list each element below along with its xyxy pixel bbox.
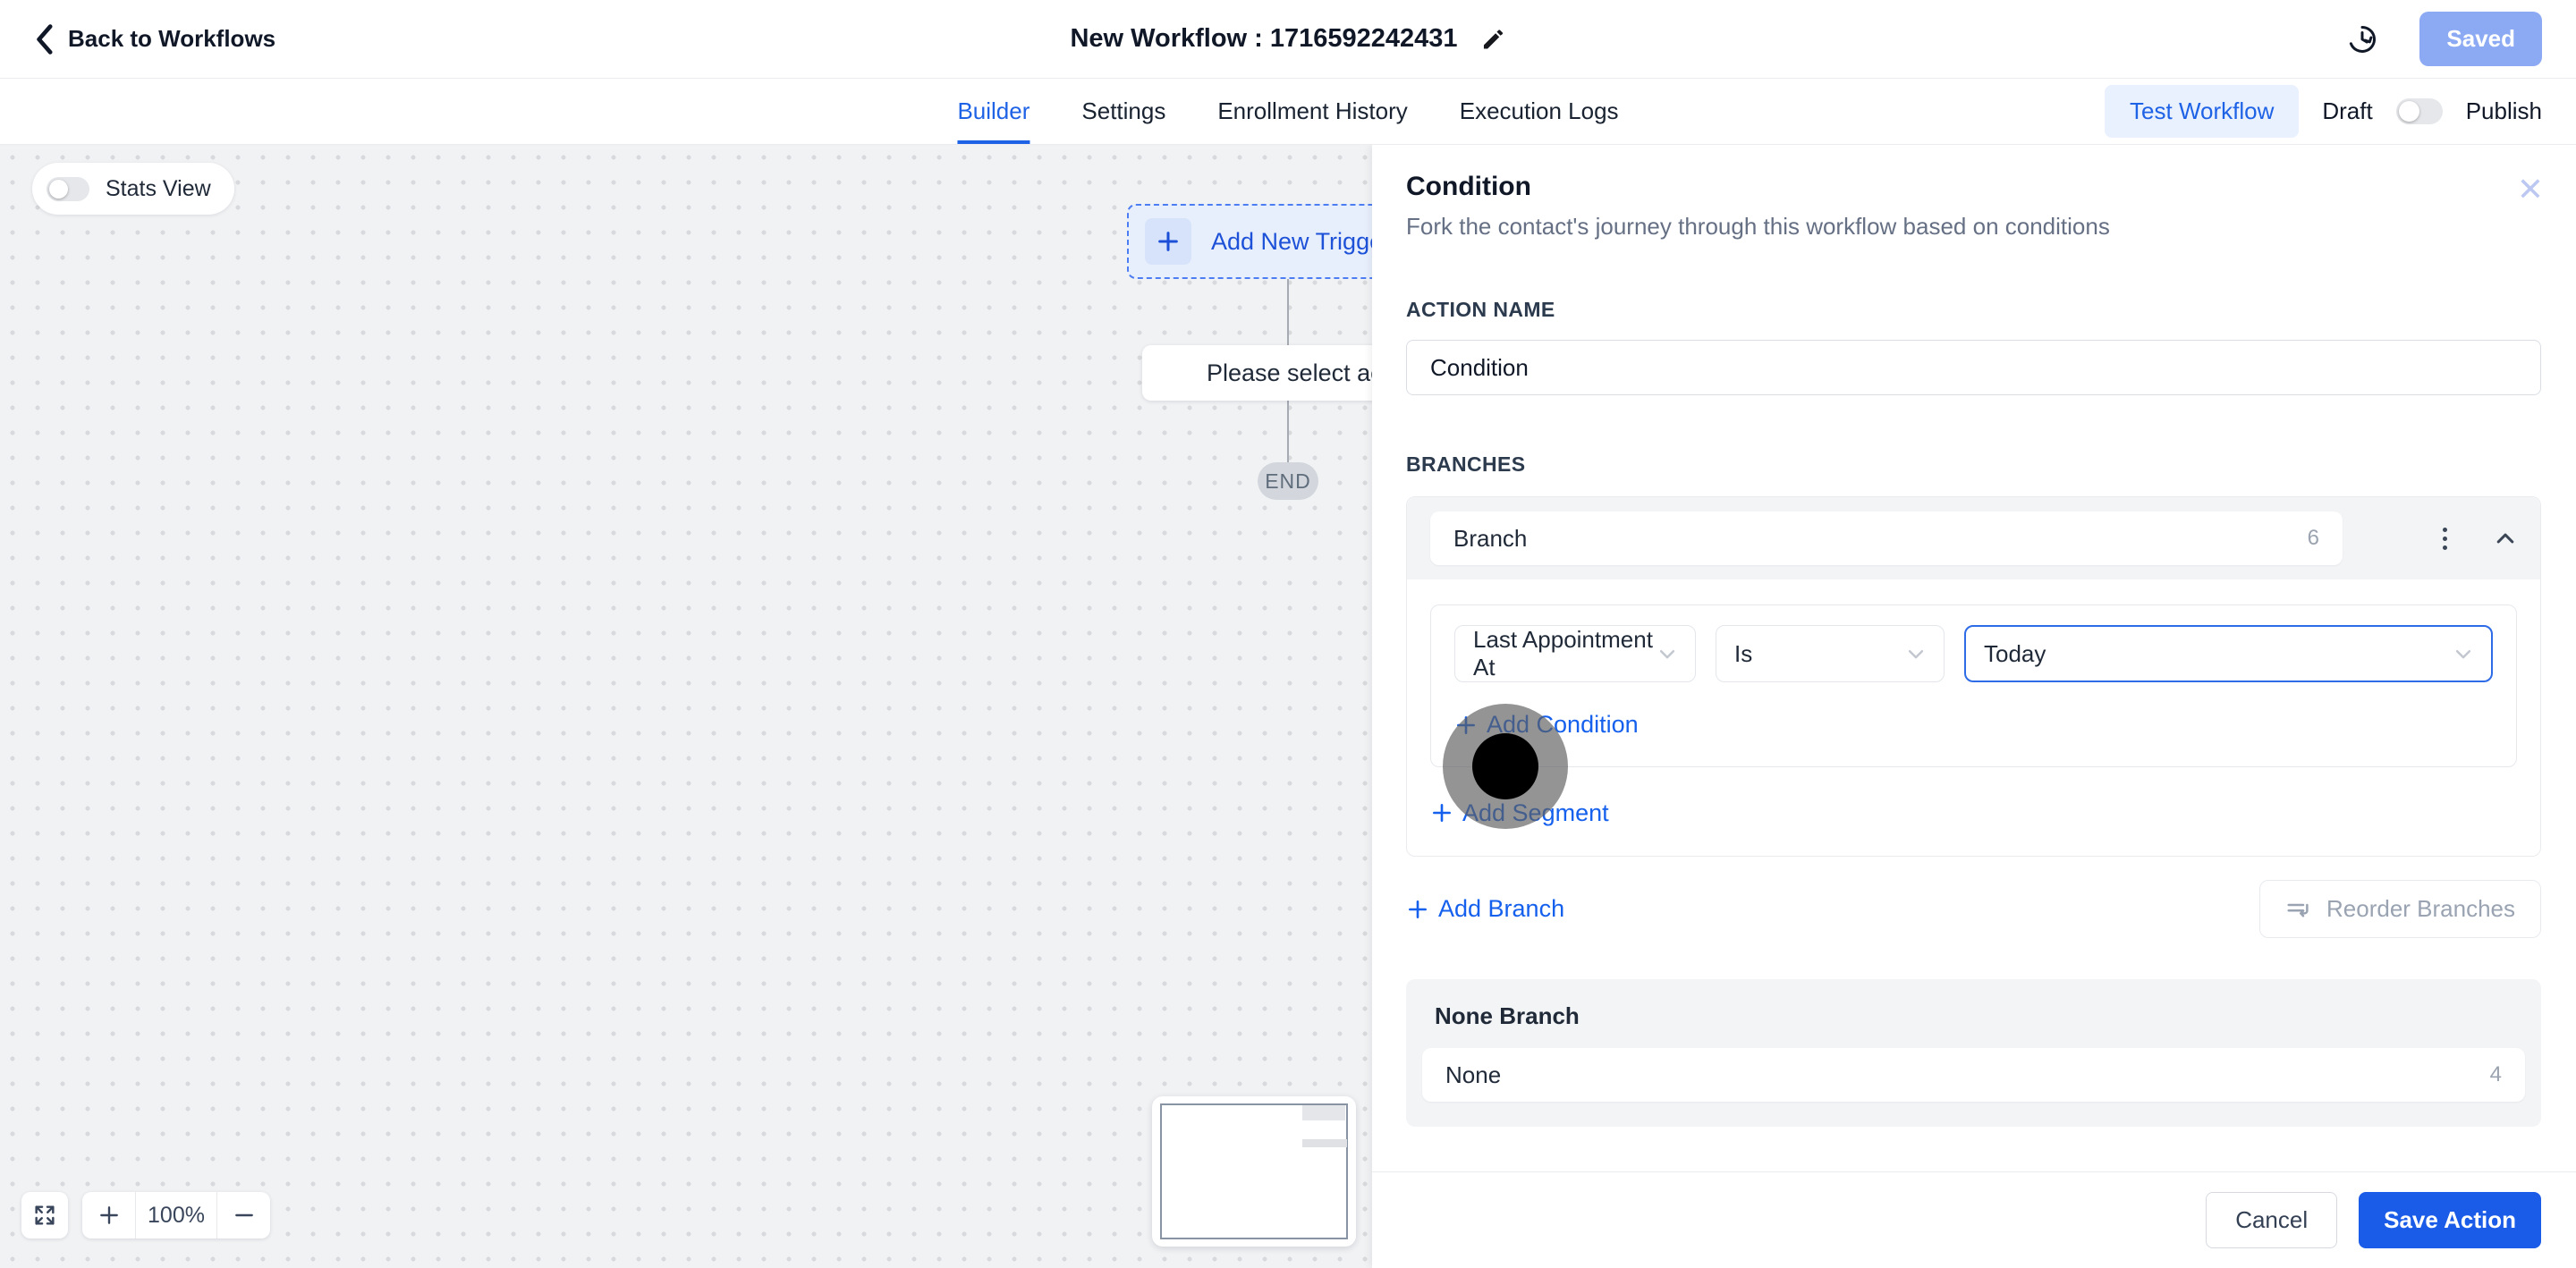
page-title: New Workflow : 1716592242431	[1070, 24, 1457, 54]
panel-title: Condition	[1406, 172, 2541, 202]
tab-bar: Builder Settings Enrollment History Exec…	[0, 79, 2576, 145]
plus-icon	[1454, 714, 1478, 737]
add-new-trigger-node[interactable]: Add New Trigger	[1127, 204, 1372, 279]
condition-field-value: Last Appointment At	[1473, 626, 1657, 681]
chevron-down-icon	[1906, 644, 1926, 664]
none-branch-char-count: 4	[2490, 1062, 2502, 1087]
branch-header: Branch 6	[1407, 497, 2540, 579]
stats-view-toggle-pill[interactable]: Stats View	[32, 163, 234, 215]
zoom-level: 100%	[135, 1192, 217, 1238]
add-condition-link[interactable]: Add Condition	[1454, 711, 1639, 739]
tab-execution-logs[interactable]: Execution Logs	[1460, 79, 1619, 144]
condition-field-select[interactable]: Last Appointment At	[1454, 625, 1696, 682]
branch-card: Branch 6 Last Appointment At	[1406, 496, 2541, 857]
none-branch-title: None Branch	[1435, 1002, 2525, 1030]
branch-body: Last Appointment At Is Tod	[1407, 604, 2540, 856]
minimap-viewport[interactable]	[1160, 1103, 1348, 1239]
plus-icon	[1430, 801, 1453, 824]
add-branch-link[interactable]: Add Branch	[1406, 895, 1564, 923]
end-node: END	[1258, 462, 1318, 500]
please-select-action-label: Please select action	[1207, 359, 1372, 387]
zoom-out-button[interactable]	[217, 1192, 270, 1238]
add-branch-label: Add Branch	[1438, 895, 1564, 923]
add-condition-label: Add Condition	[1487, 711, 1639, 739]
none-branch-input[interactable]: None 4	[1422, 1048, 2525, 1102]
condition-operator-value: Is	[1734, 640, 1752, 668]
none-branch-value: None	[1445, 1061, 1501, 1089]
add-new-trigger-label: Add New Trigger	[1211, 228, 1372, 256]
top-header: Back to Workflows New Workflow : 1716592…	[0, 0, 2576, 79]
cancel-button[interactable]: Cancel	[2206, 1192, 2337, 1248]
add-segment-link[interactable]: Add Segment	[1430, 799, 1609, 827]
workflow-canvas[interactable]: Stats View Add New Trigger Please select…	[0, 145, 1372, 1268]
chevron-down-icon	[2453, 644, 2473, 664]
close-icon[interactable]: ✕	[2512, 168, 2549, 211]
action-name-label: ACTION NAME	[1406, 298, 2541, 322]
reorder-branches-label: Reorder Branches	[2326, 895, 2515, 923]
condition-operator-select[interactable]: Is	[1716, 625, 1945, 682]
branch-name-char-count: 6	[2308, 526, 2319, 551]
branches-label: BRANCHES	[1406, 452, 2541, 477]
condition-value-select[interactable]: Today	[1964, 625, 2493, 682]
none-branch-card: None Branch None 4	[1406, 979, 2541, 1127]
minimap[interactable]	[1152, 1096, 1356, 1247]
save-action-button[interactable]: Save Action	[2359, 1192, 2541, 1248]
panel-footer: Cancel Save Action	[1372, 1171, 2576, 1268]
chevron-down-icon	[1657, 644, 1677, 664]
panel-subtitle: Fork the contact's journey through this …	[1406, 213, 2541, 241]
plus-icon	[1145, 218, 1191, 265]
please-select-action-node[interactable]: Please select action	[1142, 345, 1372, 401]
chevron-left-icon	[34, 23, 54, 55]
edit-pencil-icon[interactable]	[1481, 27, 1506, 52]
condition-settings-panel: ✕ Condition Fork the contact's journey t…	[1372, 145, 2576, 1268]
workflow-title-group: New Workflow : 1716592242431	[1070, 24, 1505, 54]
stats-view-toggle[interactable]	[47, 177, 89, 201]
minimap-trigger-node	[1302, 1105, 1345, 1120]
expand-icon	[32, 1203, 57, 1228]
back-to-workflows-button[interactable]: Back to Workflows	[34, 23, 275, 55]
condition-value-value: Today	[1984, 640, 2046, 668]
tab-enrollment-history[interactable]: Enrollment History	[1217, 79, 1407, 144]
branch-menu-icon[interactable]	[2439, 524, 2451, 554]
condition-segment-card: Last Appointment At Is Tod	[1430, 604, 2517, 767]
tab-settings[interactable]: Settings	[1081, 79, 1165, 144]
plus-icon	[1406, 898, 1429, 921]
version-history-icon[interactable]	[2346, 23, 2378, 55]
branch-name-value: Branch	[1453, 525, 1527, 553]
saved-button[interactable]: Saved	[2419, 12, 2542, 66]
test-workflow-button[interactable]: Test Workflow	[2105, 85, 2299, 138]
publish-label: Publish	[2466, 97, 2542, 125]
reorder-icon	[2285, 896, 2312, 923]
publish-toggle[interactable]	[2396, 98, 2443, 124]
zoom-in-button[interactable]	[82, 1192, 135, 1238]
minimap-action-node	[1302, 1139, 1347, 1147]
chevron-up-icon[interactable]	[2494, 527, 2517, 550]
stats-view-label: Stats View	[106, 176, 211, 202]
end-label: END	[1265, 469, 1311, 494]
add-segment-label: Add Segment	[1462, 799, 1609, 827]
reorder-branches-button[interactable]: Reorder Branches	[2259, 880, 2541, 938]
action-name-input[interactable]: Condition	[1406, 340, 2541, 395]
branch-name-input[interactable]: Branch 6	[1430, 511, 2343, 565]
fit-to-screen-button[interactable]	[21, 1192, 68, 1238]
tab-builder[interactable]: Builder	[957, 79, 1030, 144]
draft-label: Draft	[2322, 97, 2372, 125]
zoom-controls: 100%	[82, 1192, 270, 1238]
back-label: Back to Workflows	[68, 25, 275, 53]
